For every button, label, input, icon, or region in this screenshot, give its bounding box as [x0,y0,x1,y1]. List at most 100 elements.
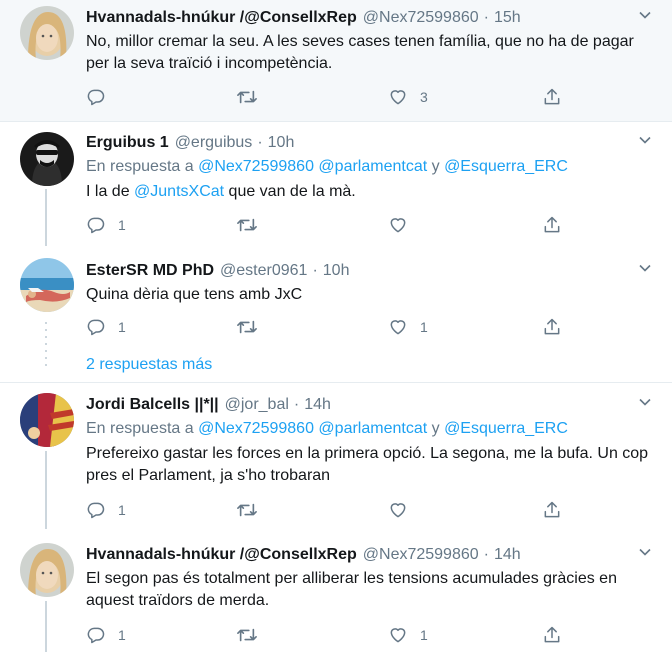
conjunction: y [431,420,440,437]
share-button[interactable] [542,86,562,108]
avatar-image-woman [20,6,74,60]
share-button[interactable] [542,624,562,646]
display-name[interactable]: Erguibus 1 [86,133,169,153]
tweet[interactable]: Jordi Balcells ||*|| @jor_bal · 14h En r… [0,383,672,529]
tweet-header: Hvannadals-hnúkur /@ConsellxRep @Nex7259… [86,8,652,28]
tweet-text-part: I la de [86,183,135,200]
retweet-button[interactable] [236,499,270,521]
timestamp[interactable]: 10h [323,261,350,281]
retweet-icon [237,320,257,334]
tweet[interactable]: Hvannadals-hnúkur /@ConsellxRep @Nex7259… [0,529,672,652]
chevron-down-icon[interactable] [638,395,652,409]
display-name[interactable]: EsterSR MD PhD [86,261,214,281]
chevron-down-icon[interactable] [638,133,652,147]
like-button[interactable]: 1 [388,624,428,646]
mention-link[interactable]: @Nex72599860 [198,420,314,437]
tweet-text: Prefereixo gastar les forces en la prime… [86,445,649,484]
retweet-button[interactable] [236,214,270,236]
tweet-header: Jordi Balcells ||*|| @jor_bal · 14h [86,395,652,415]
heart-icon [390,628,406,643]
retweet-button[interactable] [236,624,270,646]
thread-line [45,189,47,246]
like-button[interactable]: 3 [388,86,428,108]
retweet-button[interactable] [236,316,270,338]
tweet-actions: 3 [86,86,566,108]
mention-link[interactable]: @parlamentcat [318,420,427,437]
like-count: 3 [420,89,428,105]
tweet[interactable]: Hvannadals-hnúkur /@ConsellxRep @Nex7259… [0,0,672,121]
separator-dot: · [312,262,318,279]
like-button[interactable] [388,499,420,521]
mention-link[interactable]: @JuntsXCat [134,183,224,200]
reply-button[interactable]: 1 [86,316,126,338]
mention-link[interactable]: @Nex72599860 [198,158,314,175]
timestamp[interactable]: 14h [304,395,331,415]
reply-button[interactable]: 1 [86,214,126,236]
share-button[interactable] [542,499,562,521]
retweet-button[interactable] [236,86,270,108]
tweet-header: Hvannadals-hnúkur /@ConsellxRep @Nex7259… [86,545,652,565]
username[interactable]: @ester0961 [220,261,307,281]
avatar[interactable] [20,258,74,312]
separator-dot: · [293,396,300,413]
display-name[interactable]: Hvannadals-hnúkur /@ConsellxRep [86,545,357,565]
mention-link[interactable]: @Esquerra_ERC [444,420,568,437]
display-name[interactable]: Hvannadals-hnúkur /@ConsellxRep [86,8,357,28]
thread-line [45,601,47,652]
separator-dot: · [257,134,263,151]
tweet-actions: 1 1 [86,316,566,338]
username[interactable]: @erguibus [175,133,253,153]
display-name[interactable]: Jordi Balcells ||*|| [86,395,219,415]
username[interactable]: @Nex72599860 [363,8,479,28]
reply-button[interactable]: 1 [86,624,126,646]
tweet-text: Quina dèria que tens amb JxC [86,286,303,303]
share-icon [544,626,560,643]
avatar[interactable] [20,393,74,447]
timestamp[interactable]: 10h [268,133,295,153]
tweet-text: No, millor cremar la seu. A les seves ca… [86,33,634,72]
share-button[interactable] [542,214,562,236]
like-button[interactable]: 1 [388,316,428,338]
reply-icon [87,502,105,519]
avatar-image-flags [20,393,74,447]
reply-count: 1 [118,502,126,518]
username[interactable]: @jor_bal [225,395,289,415]
heart-icon [390,218,406,233]
username[interactable]: @Nex72599860 [363,545,479,565]
tweet-text: El segon pas és totalment per alliberar … [86,570,617,609]
heart-icon [390,503,406,518]
heart-icon [390,90,406,105]
reply-button[interactable] [86,86,118,108]
retweet-icon [237,90,257,104]
tweet[interactable]: EsterSR MD PhD @ester0961 · 10h Quina dè… [0,246,672,382]
mention-link[interactable]: @Esquerra_ERC [444,158,568,175]
avatar-image-woman [20,543,74,597]
like-button[interactable] [388,214,420,236]
tweet-actions: 1 1 [86,624,566,646]
chevron-down-icon[interactable] [638,261,652,275]
like-count: 1 [420,627,428,643]
avatar-image-beach [20,258,74,312]
conjunction: y [431,158,440,175]
chevron-down-icon[interactable] [638,545,652,559]
reply-icon [87,89,105,106]
mention-link[interactable]: @parlamentcat [318,158,427,175]
reply-count: 1 [118,627,126,643]
timestamp[interactable]: 15h [494,8,521,28]
reply-button[interactable]: 1 [86,499,126,521]
share-icon [544,88,560,105]
heart-icon [390,320,406,335]
tweet-actions: 1 [86,499,566,521]
tweet[interactable]: Erguibus 1 @erguibus · 10h En respuesta … [0,122,672,246]
avatar[interactable] [20,132,74,186]
reply-count: 1 [118,217,126,233]
show-more-replies-link[interactable]: 2 respuestas más [86,356,212,374]
avatar-image-masked-man [20,132,74,186]
tweet-text-part: que van de la mà. [224,183,356,200]
avatar[interactable] [20,6,74,60]
timestamp[interactable]: 14h [494,545,521,565]
chevron-down-icon[interactable] [638,8,652,22]
like-count: 1 [420,319,428,335]
avatar[interactable] [20,543,74,597]
share-button[interactable] [542,316,562,338]
